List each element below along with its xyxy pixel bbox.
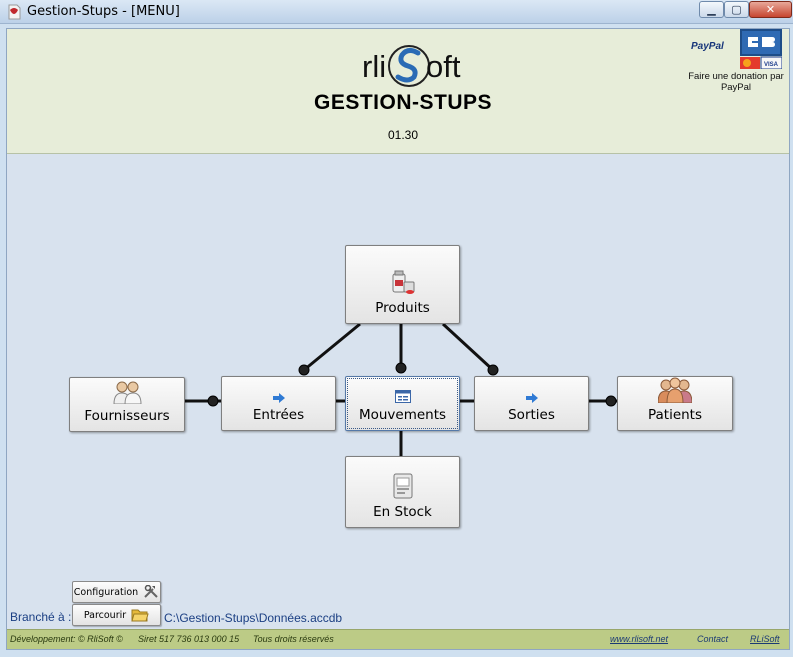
fournisseurs-label: Fournisseurs bbox=[84, 408, 170, 424]
sorties-label: Sorties bbox=[508, 407, 555, 423]
tools-icon bbox=[144, 585, 158, 598]
contact-link[interactable]: Contact bbox=[697, 634, 728, 644]
arrow-right-icon bbox=[525, 393, 538, 403]
arrow-right-icon bbox=[272, 393, 285, 403]
minimize-icon: ▁ bbox=[707, 4, 716, 16]
en-stock-label: En Stock bbox=[373, 504, 432, 520]
patients-button[interactable]: Patients bbox=[617, 376, 733, 431]
window-title: Gestion-Stups - [MENU] bbox=[27, 4, 180, 19]
maximize-button[interactable]: ▢ bbox=[724, 1, 749, 18]
configuration-button[interactable]: Configuration bbox=[72, 581, 161, 603]
database-path: C:\Gestion-Stups\Données.accdb bbox=[164, 611, 343, 625]
inventory-icon bbox=[393, 473, 412, 499]
produits-label: Produits bbox=[375, 300, 430, 316]
configuration-label: Configuration bbox=[73, 586, 139, 598]
close-icon: ✕ bbox=[765, 4, 776, 16]
folder-icon bbox=[131, 609, 149, 622]
patients-icon bbox=[658, 377, 692, 403]
footer-siret: Siret 517 736 013 000 15 bbox=[138, 634, 240, 644]
produits-button[interactable]: Produits bbox=[345, 245, 460, 324]
rlisoft-link[interactable]: RLiSoft bbox=[750, 634, 780, 644]
close-button[interactable]: ✕ bbox=[749, 1, 792, 18]
medicine-icon bbox=[392, 270, 414, 294]
parcourir-button[interactable]: Parcourir bbox=[72, 604, 161, 626]
footer-rights: Tous droits réservés bbox=[253, 634, 334, 644]
suppliers-icon bbox=[113, 381, 142, 404]
parcourir-label: Parcourir bbox=[83, 609, 127, 621]
website-link[interactable]: www.rlisoft.net bbox=[610, 634, 668, 644]
sorties-button[interactable]: Sorties bbox=[474, 376, 589, 431]
main-client-area: rli oft GESTION-STUPS 01.30 PayPal VISA … bbox=[6, 28, 790, 650]
footer-bar: Développement: © RliSoft © Siret 517 736… bbox=[7, 629, 789, 649]
window-titlebar[interactable]: Gestion-Stups - [MENU] ▁ ▢ ✕ bbox=[0, 0, 793, 24]
entrees-button[interactable]: Entrées bbox=[221, 376, 336, 431]
footer-dev: Développement: © RliSoft © bbox=[10, 634, 123, 644]
branche-label: Branché à : bbox=[10, 610, 72, 624]
entrees-label: Entrées bbox=[252, 407, 305, 423]
mouvements-label: Mouvements bbox=[358, 407, 447, 423]
maximize-icon: ▢ bbox=[731, 4, 742, 16]
form-icon bbox=[394, 390, 411, 403]
app-icon bbox=[8, 4, 21, 20]
en-stock-button[interactable]: En Stock bbox=[345, 456, 460, 528]
minimize-button[interactable]: ▁ bbox=[699, 1, 724, 18]
patients-label: Patients bbox=[647, 407, 703, 423]
mouvements-button[interactable]: Mouvements bbox=[345, 376, 460, 431]
fournisseurs-button[interactable]: Fournisseurs bbox=[69, 377, 185, 432]
